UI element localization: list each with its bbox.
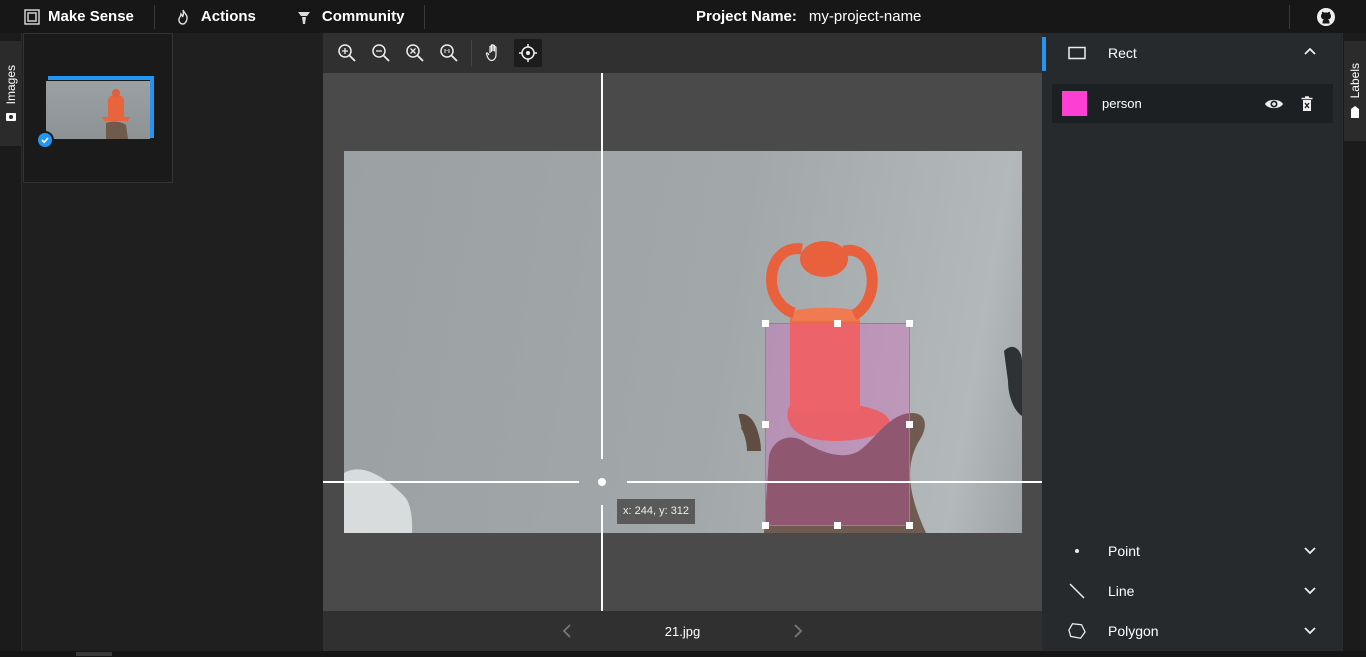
delete-icon[interactable] xyxy=(1297,94,1317,114)
annotated-image[interactable] xyxy=(344,151,1022,533)
active-indicator xyxy=(1042,37,1046,71)
community-icon xyxy=(297,11,310,24)
zoom-reset-button[interactable] xyxy=(435,39,463,67)
image-thumbnail[interactable] xyxy=(46,81,150,139)
label-name: person xyxy=(1102,96,1142,111)
polygon-section-header[interactable]: Polygon xyxy=(1042,611,1342,651)
labels-panel: Rect person Point Line Polygon xyxy=(1042,33,1342,657)
chevron-down-icon[interactable] xyxy=(1302,622,1318,638)
line-section-title: Line xyxy=(1108,583,1135,599)
zoom-fit-icon xyxy=(406,44,424,62)
cursor-point xyxy=(598,478,606,486)
image-navigation-bar: 21.jpg xyxy=(323,611,1042,651)
zoom-reset-icon xyxy=(440,44,458,62)
resize-handle[interactable] xyxy=(762,421,769,428)
image-content-shapes xyxy=(344,241,1022,533)
left-side-tabs: Images xyxy=(0,33,22,657)
resize-handle[interactable] xyxy=(762,320,769,327)
point-icon xyxy=(1068,542,1086,560)
fire-icon xyxy=(178,9,188,25)
annotation-canvas[interactable]: x: 244, y: 312 xyxy=(323,73,1042,611)
zoom-fit-button[interactable] xyxy=(401,39,429,67)
app-brand[interactable]: Make Sense xyxy=(0,0,154,33)
resize-handle[interactable] xyxy=(906,421,913,428)
top-navigation-bar: Make Sense Actions Community Project Nam… xyxy=(0,0,1366,33)
labels-tab-label: Labels xyxy=(1348,63,1362,99)
line-icon xyxy=(1068,582,1086,600)
polygon-icon xyxy=(1068,622,1086,640)
crosshair-tool-button[interactable] xyxy=(514,39,542,67)
crosshair-vertical-line xyxy=(601,505,603,611)
current-filename: 21.jpg xyxy=(664,623,701,639)
point-section-title: Point xyxy=(1108,543,1140,559)
line-section-header[interactable]: Line xyxy=(1042,571,1342,611)
previous-image-icon[interactable] xyxy=(559,622,577,640)
eye-icon[interactable] xyxy=(1264,94,1284,114)
github-icon[interactable] xyxy=(1316,7,1336,27)
polygon-section-title: Polygon xyxy=(1108,623,1159,639)
resize-handle[interactable] xyxy=(834,320,841,327)
point-section-header[interactable]: Point xyxy=(1042,531,1342,571)
project-name-input[interactable]: my-project-name xyxy=(809,8,922,25)
divider xyxy=(424,4,426,29)
crosshair-vertical-line xyxy=(601,73,603,459)
actions-label: Actions xyxy=(200,8,256,25)
crosshair-horizontal-line xyxy=(627,481,1042,483)
project-name-area: Project Name: my-project-name xyxy=(696,0,921,33)
thumbnail-figure-shape xyxy=(102,89,130,139)
images-tab[interactable]: Images xyxy=(0,41,22,146)
resize-handle[interactable] xyxy=(906,320,913,327)
divider xyxy=(471,40,472,66)
images-tab-label: Images xyxy=(4,64,18,105)
label-color-swatch[interactable] xyxy=(1062,91,1087,116)
zoom-out-icon xyxy=(372,44,390,62)
resize-handle[interactable] xyxy=(906,522,913,529)
zoom-in-icon xyxy=(338,44,356,62)
hand-icon xyxy=(485,44,497,62)
cursor-coordinates: x: 244, y: 312 xyxy=(617,499,696,524)
camera-icon xyxy=(6,113,16,122)
resize-handle[interactable] xyxy=(762,522,769,529)
labels-tab[interactable]: Labels xyxy=(1344,41,1366,141)
chevron-down-icon[interactable] xyxy=(1302,582,1318,598)
rectangle-icon xyxy=(1068,44,1086,62)
zoom-in-button[interactable] xyxy=(333,39,361,67)
app-title: Make Sense xyxy=(48,8,134,25)
images-panel xyxy=(23,33,323,657)
editor-toolbar xyxy=(323,33,1042,73)
bounding-box-person[interactable] xyxy=(762,320,913,529)
make-sense-logo-icon xyxy=(24,8,40,25)
label-item[interactable]: person xyxy=(1052,84,1333,123)
rect-section-header[interactable]: Rect xyxy=(1042,33,1342,73)
image-thumbnail-card[interactable] xyxy=(23,33,173,183)
pan-tool-button[interactable] xyxy=(480,39,508,67)
rect-section-title: Rect xyxy=(1108,45,1137,61)
community-label: Community xyxy=(321,8,405,25)
project-name-label: Project Name: xyxy=(696,8,797,25)
editor-area: x: 244, y: 312 21.jpg xyxy=(323,33,1042,657)
crosshair-horizontal-line xyxy=(323,481,579,483)
bottom-scrollbar-track xyxy=(0,651,1366,657)
next-image-icon[interactable] xyxy=(788,622,806,640)
crosshair-icon xyxy=(519,44,537,62)
label-tag-icon xyxy=(1351,105,1359,118)
scrollbar-thumb[interactable] xyxy=(76,652,112,656)
actions-menu[interactable]: Actions xyxy=(155,0,276,33)
right-side-tabs: Labels xyxy=(1342,33,1366,657)
zoom-out-button[interactable] xyxy=(367,39,395,67)
checked-badge-icon xyxy=(36,131,54,149)
divider xyxy=(1289,5,1290,29)
community-menu[interactable]: Community xyxy=(276,0,425,33)
resize-handle[interactable] xyxy=(834,522,841,529)
chevron-up-icon[interactable] xyxy=(1302,44,1318,60)
chevron-down-icon[interactable] xyxy=(1302,542,1318,558)
